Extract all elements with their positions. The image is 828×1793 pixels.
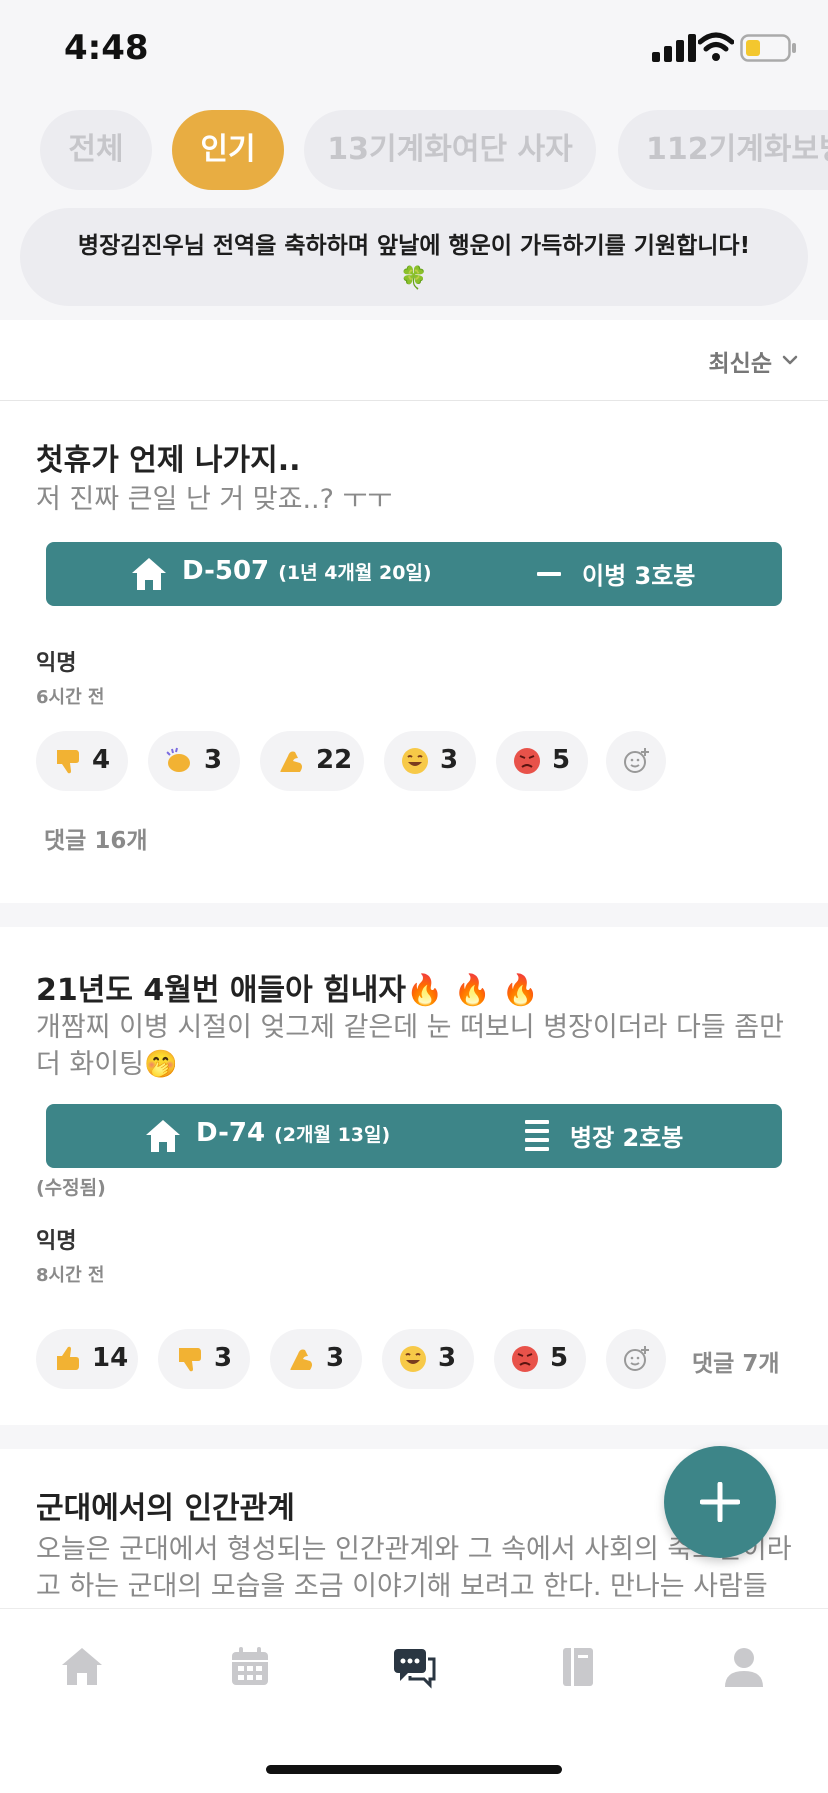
dday-detail: (1년 4개월 20일) <box>278 562 432 584</box>
reaction-count: 5 <box>550 1343 569 1373</box>
reaction-count: 5 <box>552 745 571 775</box>
rank-label: 병장 2호봉 <box>570 1124 684 1152</box>
post-preview[interactable]: 저 진짜 큰일 난 거 맞죠..? ㅜㅜ <box>36 481 792 518</box>
notebook-icon[interactable] <box>556 1645 600 1689</box>
tab-112th-infantry[interactable]: 112기계화보병 <box>618 110 828 190</box>
post-author: 익명 <box>36 651 77 676</box>
status-bar: 4:48 <box>0 0 828 100</box>
community-chat-icon[interactable] <box>392 1645 436 1689</box>
post-time: 6시간 전 <box>36 687 105 708</box>
angry-face-icon <box>514 748 540 774</box>
write-post-button[interactable] <box>664 1446 776 1558</box>
post-title[interactable]: 첫휴가 언제 나가지.. <box>36 435 300 479</box>
reaction-angry[interactable]: 5 <box>496 731 588 791</box>
post-separator <box>0 903 828 927</box>
reaction-count: 3 <box>204 745 223 775</box>
smile-icon <box>402 748 428 774</box>
tab-13th-brigade[interactable]: 13기계화여단 사자 <box>304 110 596 190</box>
thumbs-down-icon <box>57 750 79 774</box>
add-reaction-button[interactable] <box>606 731 666 791</box>
reaction-count: 3 <box>440 745 459 775</box>
sort-dropdown[interactable]: 최신순 <box>709 344 772 378</box>
reaction-smile[interactable]: 3 <box>382 1329 474 1389</box>
discharge-banner: 병장김진우님 전역을 축하하며 앞날에 행운이 가득하기를 기원합니다! 🍀 <box>20 208 808 306</box>
flexed-biceps-icon <box>290 1349 312 1370</box>
reaction-thumbs-down[interactable]: 3 <box>158 1329 250 1389</box>
post-card[interactable]: 21년도 4월번 애들아 힘내자🔥 🔥 🔥 개짬찌 이병 시절이 엊그제 같은데… <box>0 927 828 1425</box>
angry-face-icon <box>512 1346 538 1372</box>
post-title[interactable]: 21년도 4월번 애들아 힘내자🔥 🔥 🔥 <box>36 965 539 1009</box>
board-tabs: 전체 인기 13기계화여단 사자 112기계화보병 <box>0 110 828 190</box>
reaction-count: 3 <box>214 1343 233 1373</box>
post-time: 8시간 전 <box>36 1265 105 1286</box>
reaction-thumbs-down[interactable]: 4 <box>36 731 128 791</box>
reaction-thumbs-up[interactable]: 14 <box>36 1329 138 1389</box>
dday-detail: (2개월 13일) <box>274 1124 391 1146</box>
sort-bar: 최신순 <box>0 320 828 401</box>
dday-value: D-507 <box>182 556 270 586</box>
rank-sergeant-icon <box>525 1120 549 1151</box>
reaction-clap[interactable]: 3 <box>148 731 240 791</box>
post-title[interactable]: 군대에서의 인간관계 <box>36 1483 295 1527</box>
post-author: 익명 <box>36 1229 77 1254</box>
reaction-count: 22 <box>316 745 353 775</box>
home-icon[interactable] <box>60 1645 104 1689</box>
post-separator <box>0 1425 828 1449</box>
add-emoji-icon <box>624 748 649 773</box>
chevron-down-icon[interactable] <box>780 350 800 370</box>
tab-all[interactable]: 전체 <box>40 110 152 190</box>
thumbs-up-icon <box>57 1346 79 1370</box>
post-preview[interactable]: 오늘은 군대에서 형성되는 인간관계와 그 속에서 사회의 축소판이라고 하는 … <box>36 1531 792 1608</box>
reaction-count: 4 <box>92 745 111 775</box>
add-emoji-icon <box>624 1346 649 1371</box>
post-card[interactable]: 첫휴가 언제 나가지.. 저 진짜 큰일 난 거 맞죠..? ㅜㅜ D-507 … <box>0 401 828 903</box>
house-icon <box>132 558 166 590</box>
clapping-hands-icon <box>166 747 190 772</box>
rank-label: 이병 3호봉 <box>582 562 696 590</box>
plus-icon <box>700 1482 740 1522</box>
reaction-smile[interactable]: 3 <box>384 731 476 791</box>
status-time: 4:48 <box>64 28 149 68</box>
post-preview[interactable]: 개짬찌 이병 시절이 엊그제 같은데 눈 떠보니 병장이더라 다들 좀만 더 화… <box>36 1009 792 1083</box>
reaction-count: 14 <box>92 1343 129 1373</box>
flexed-biceps-icon <box>280 751 302 772</box>
reaction-angry[interactable]: 5 <box>494 1329 586 1389</box>
reaction-count: 3 <box>438 1343 457 1373</box>
tab-popular[interactable]: 인기 <box>172 110 284 190</box>
dday-bar: D-74 (2개월 13일) 병장 2호봉 <box>46 1104 782 1168</box>
wifi-icon <box>698 32 734 61</box>
smile-icon <box>400 1346 426 1372</box>
reaction-flex[interactable]: 22 <box>260 731 364 791</box>
home-indicator <box>266 1765 562 1774</box>
reaction-flex[interactable]: 3 <box>270 1329 362 1389</box>
edited-label: (수정됨) <box>36 1177 106 1199</box>
battery-icon <box>740 34 796 62</box>
cellular-signal-icon <box>652 34 696 62</box>
comment-count[interactable]: 댓글 7개 <box>692 1344 780 1378</box>
reaction-count: 3 <box>326 1343 345 1373</box>
thumbs-down-icon <box>179 1348 201 1372</box>
dday-bar: D-507 (1년 4개월 20일) 이병 3호봉 <box>46 542 782 606</box>
dday-count: D-74 (2개월 13일) <box>196 1118 390 1148</box>
dday-value: D-74 <box>196 1118 266 1148</box>
comment-count[interactable]: 댓글 16개 <box>44 821 148 855</box>
add-reaction-button[interactable] <box>606 1329 666 1389</box>
house-icon <box>146 1120 180 1152</box>
profile-icon[interactable] <box>722 1645 766 1689</box>
banner-message: 병장김진우님 전역을 축하하며 앞날에 행운이 가득하기를 기원합니다! <box>77 233 751 259</box>
dday-count: D-507 (1년 4개월 20일) <box>182 556 432 586</box>
rank-private-icon <box>537 572 561 576</box>
clover-icon: 🍀 <box>400 266 428 291</box>
calendar-icon[interactable] <box>228 1645 272 1689</box>
